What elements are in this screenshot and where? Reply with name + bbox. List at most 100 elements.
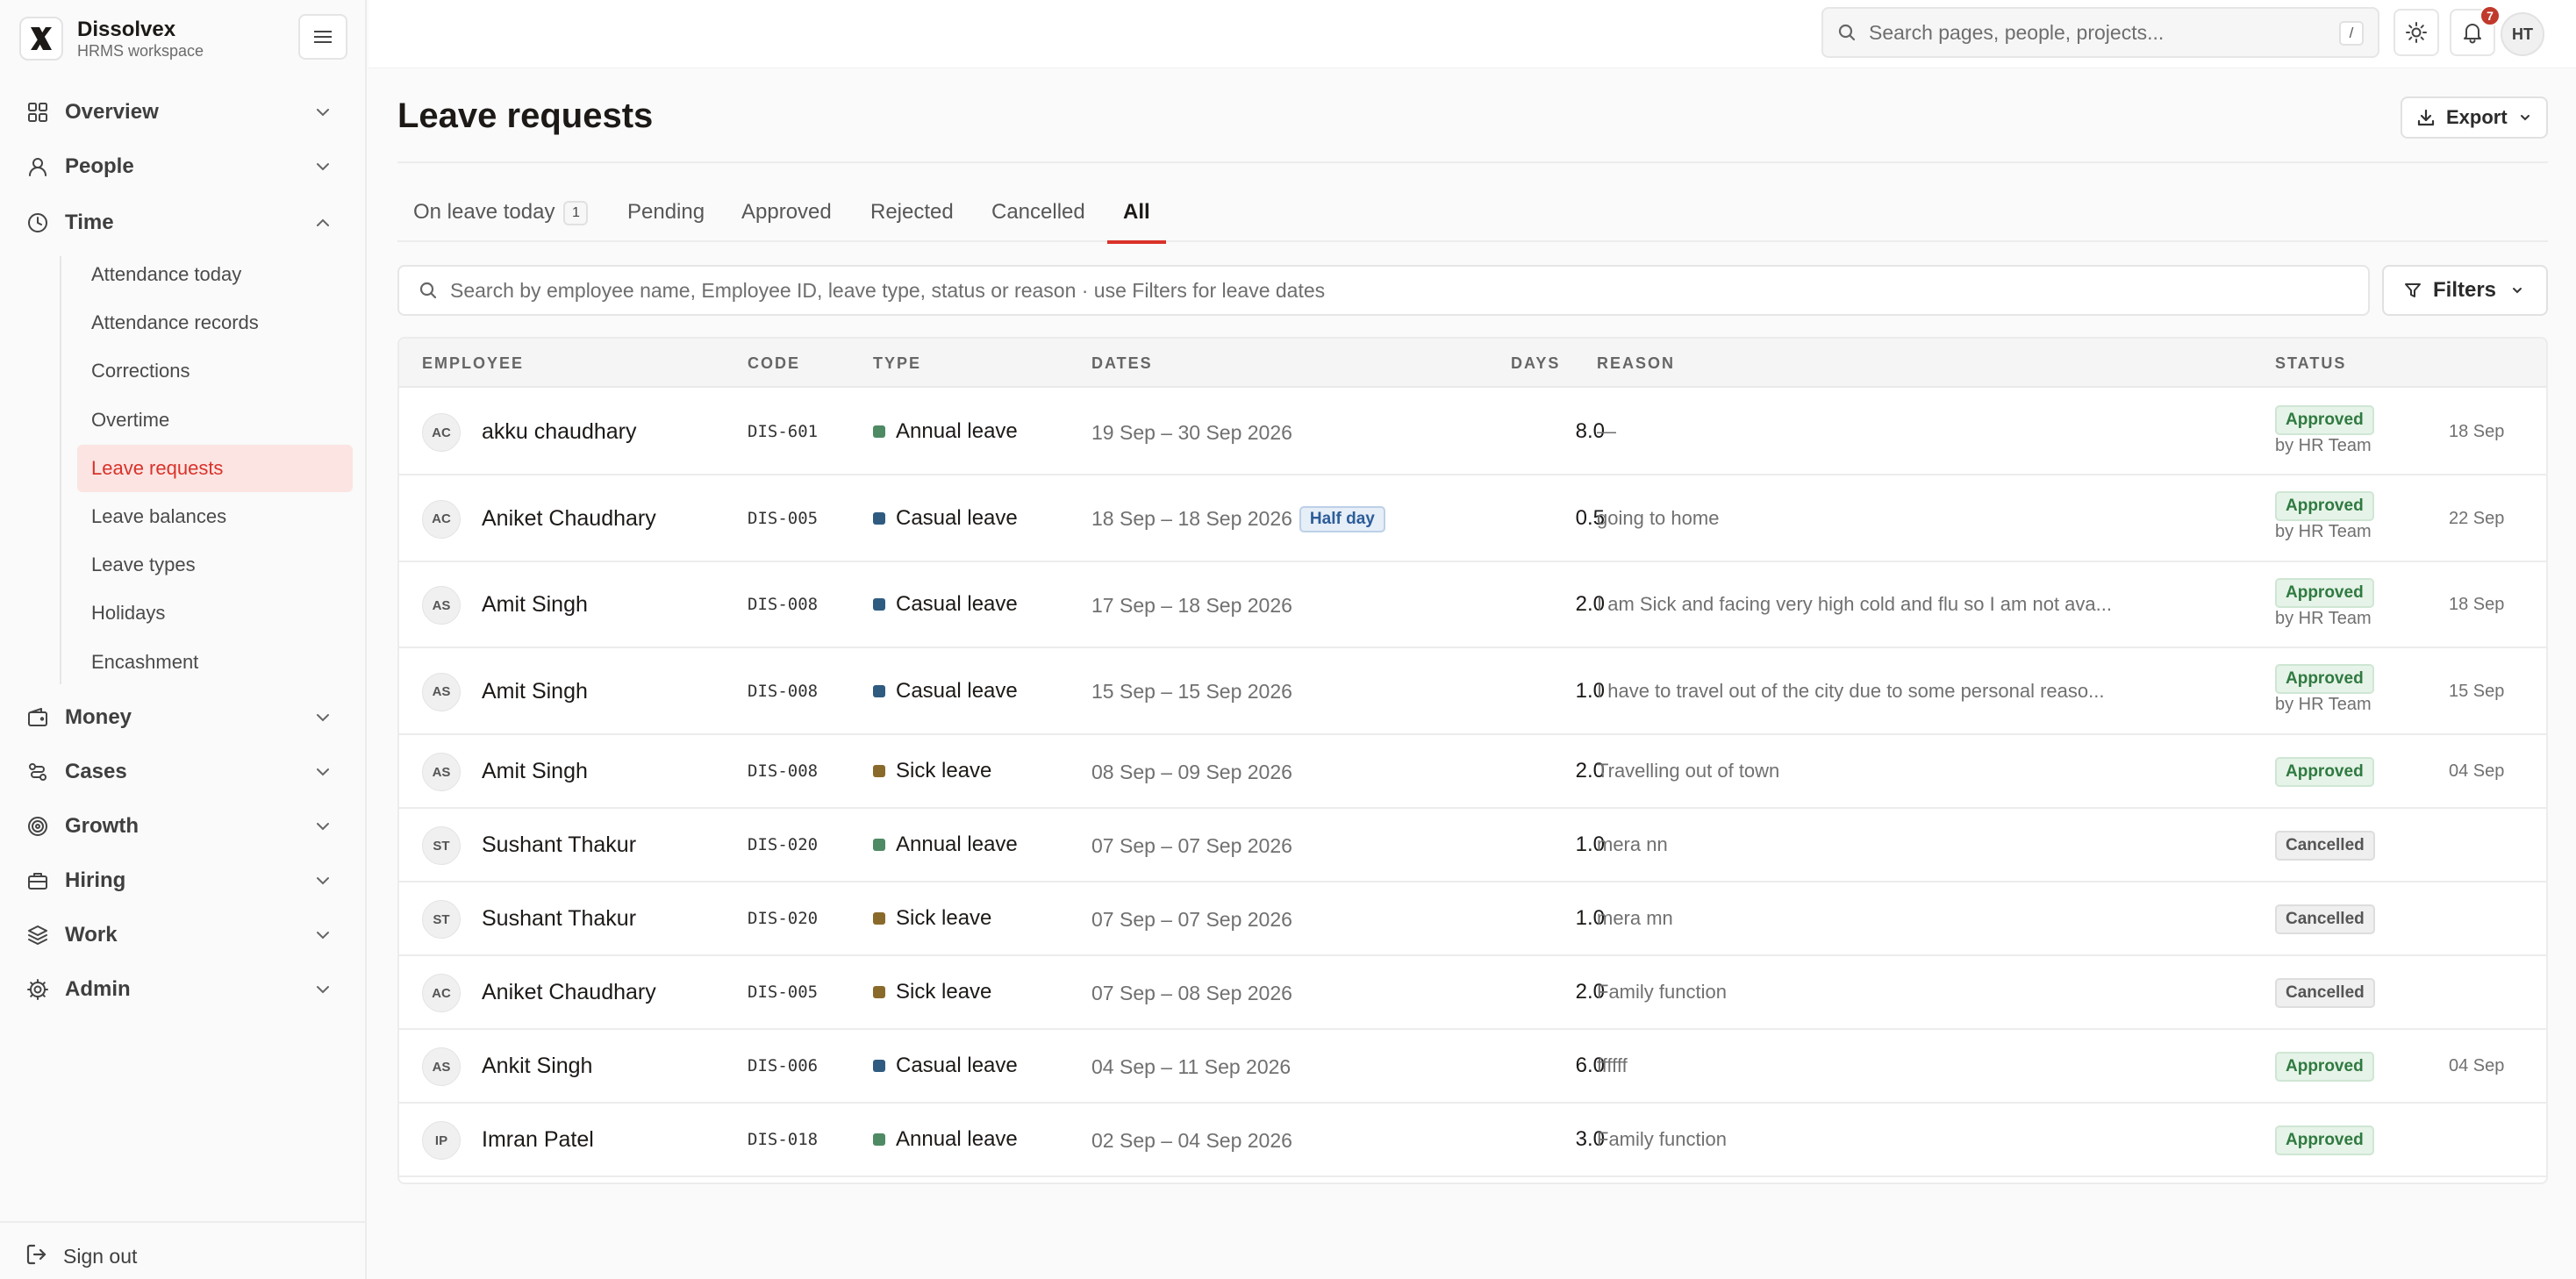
global-search-input[interactable]: Search pages, people, projects... /	[1821, 7, 2379, 58]
status-badge: Approved	[2275, 664, 2374, 694]
sidebar-group-growth[interactable]: Growth	[25, 807, 342, 846]
sidebar-item-leave-types[interactable]: Leave types	[77, 541, 353, 589]
employee-name[interactable]: Sushant Thakur	[482, 832, 636, 858]
leave-dates: 07 Sep – 07 Sep 2026	[1091, 830, 1292, 861]
sidebar-item-attendance-today[interactable]: Attendance today	[77, 251, 353, 298]
employee-code: DIS-020	[748, 835, 819, 854]
column-header-days[interactable]: DAYS	[1511, 354, 1560, 373]
sign-out-button[interactable]: Sign out	[25, 1237, 137, 1275]
logout-icon	[25, 1242, 49, 1271]
employee-name[interactable]: Imran Patel	[482, 1127, 594, 1153]
tab-label: Approved	[741, 200, 832, 224]
column-header-type[interactable]: TYPE	[873, 354, 921, 373]
employee-name[interactable]: Amit Singh	[482, 679, 588, 704]
status-tabs: On leave today 1 Pending Approved Rejected Ca…	[397, 188, 2548, 244]
leave-type-swatch	[873, 1060, 885, 1072]
employee-avatar: AC	[422, 499, 461, 539]
tab-on-leave-today[interactable]: On leave today 1	[413, 200, 589, 242]
leave-type: Casual leave	[873, 1054, 1018, 1078]
status-date: 04 Sep	[2449, 1056, 2505, 1075]
leave-days: 1.0	[1575, 906, 1605, 930]
sidebar-group-label: Money	[65, 705, 132, 729]
leave-days: 3.0	[1575, 1127, 1605, 1151]
tab-pending[interactable]: Pending	[627, 200, 705, 242]
sidebar-item-corrections[interactable]: Corrections	[77, 347, 353, 395]
table-row[interactable]: ST Sushant Thakur DIS-020 Sick leave 07 Sep …	[399, 882, 2546, 956]
table-row[interactable]: AS Amit Singh DIS-008 Casual leave 17 Sep – …	[399, 562, 2546, 648]
tab-rejected[interactable]: Rejected	[870, 200, 954, 242]
employee-name[interactable]: Aniket Chaudhary	[482, 506, 656, 532]
sidebar-group-people[interactable]: People	[25, 147, 342, 186]
sidebar-toggle-button[interactable]	[298, 14, 347, 60]
status-badge: Approved	[2275, 491, 2374, 521]
table-row[interactable]: AC akku chaudhary DIS-601 Annual leave 19 Se…	[399, 389, 2546, 475]
chevron-down-icon	[317, 714, 329, 722]
tab-approved[interactable]: Approved	[741, 200, 832, 242]
sidebar-group-work[interactable]: Work	[25, 916, 342, 954]
table-row[interactable]: AS Ankit Singh DIS-006 Casual leave 04 Sep –…	[399, 1030, 2546, 1104]
employee-code: DIS-008	[748, 681, 819, 701]
leave-requests-table: EMPLOYEE CODE TYPE DATES DAYS REASON STA…	[397, 337, 2548, 1184]
tab-label: Cancelled	[991, 200, 1085, 224]
employee-name[interactable]: Aniket Chaudhary	[482, 980, 656, 1005]
brand-logo-icon	[19, 17, 63, 61]
employee-code: DIS-008	[748, 761, 819, 781]
sidebar-item-overtime[interactable]: Overtime	[77, 397, 353, 444]
sidebar-item-encashment[interactable]: Encashment	[77, 639, 353, 686]
column-header-dates[interactable]: DATES	[1091, 354, 1153, 373]
leave-dates: 15 Sep – 15 Sep 2026	[1091, 676, 1292, 708]
gear-icon	[25, 976, 51, 1003]
sidebar-item-leave-requests[interactable]: Leave requests	[77, 444, 353, 492]
top-bar: Search pages, people, projects... / 7 HT	[369, 0, 2576, 68]
chevron-down-icon	[317, 823, 329, 831]
table-row[interactable]: AC Aniket Chaudhary DIS-005 Sick leave 07 Se…	[399, 956, 2546, 1030]
sidebar-group-label: Time	[65, 211, 114, 234]
sidebar-group-overview[interactable]: Overview	[25, 93, 342, 132]
table-row[interactable]: AC Aniket Chaudhary DIS-005 Casual leave 18 …	[399, 475, 2546, 562]
sidebar-group-money[interactable]: Money	[25, 698, 342, 737]
employee-name[interactable]: Amit Singh	[482, 759, 588, 784]
leave-type: Sick leave	[873, 906, 991, 931]
sidebar-group-time[interactable]: Time	[25, 204, 342, 242]
employee-name[interactable]: Sushant Thakur	[482, 906, 636, 932]
status-date: 04 Sep	[2449, 761, 2505, 781]
sidebar-group-admin[interactable]: Admin	[25, 970, 342, 1009]
tab-count-badge: 1	[563, 201, 589, 225]
table-row[interactable]: ST Sushant Thakur DIS-020 Annual leave 07 Se…	[399, 809, 2546, 882]
column-header-reason[interactable]: REASON	[1597, 354, 1675, 373]
sidebar-item-leave-balances[interactable]: Leave balances	[77, 493, 353, 540]
employee-name[interactable]: Ankit Singh	[482, 1054, 592, 1079]
sidebar-item-holidays[interactable]: Holidays	[77, 589, 353, 637]
status-badge: Approved	[2275, 405, 2374, 435]
column-header-status[interactable]: STATUS	[2275, 354, 2346, 373]
brand[interactable]: Dissolvex HRMS workspace	[19, 16, 204, 61]
search-icon	[419, 282, 437, 299]
leave-dates-label: 07 Sep – 07 Sep 2026	[1091, 833, 1292, 857]
tab-all[interactable]: All	[1107, 200, 1166, 244]
employee-avatar: AC	[422, 413, 461, 452]
layers-icon	[25, 922, 51, 948]
leave-dates: 07 Sep – 08 Sep 2026	[1091, 977, 1292, 1009]
employee-name[interactable]: Amit Singh	[482, 592, 588, 618]
user-avatar[interactable]: HT	[2501, 12, 2544, 56]
column-header-code[interactable]: CODE	[748, 354, 800, 373]
leave-type-label: Casual leave	[896, 1054, 1018, 1077]
table-row[interactable]: IP Imran Patel DIS-018 Annual leave 02 Sep –…	[399, 1104, 2546, 1177]
export-button[interactable]: Export	[2401, 96, 2548, 139]
employee-avatar: AS	[422, 586, 461, 625]
table-row[interactable]: AS Amit Singh DIS-008 Casual leave 15 Sep – …	[399, 648, 2546, 735]
table-row[interactable]: AS Amit Singh DIS-008 Sick leave 08 Sep – 09…	[399, 735, 2546, 809]
theme-toggle-button[interactable]	[2394, 9, 2439, 56]
leave-dates: 08 Sep – 09 Sep 2026	[1091, 756, 1292, 788]
employee-code: DIS-005	[748, 982, 819, 1002]
sidebar-group-cases[interactable]: Cases	[25, 753, 342, 791]
sidebar-group-hiring[interactable]: Hiring	[25, 861, 342, 900]
sidebar-item-attendance-records[interactable]: Attendance records	[77, 299, 353, 347]
filters-button[interactable]: Filters	[2382, 265, 2548, 316]
leave-search-input[interactable]: Search by employee name, Employee ID, le…	[397, 265, 2370, 316]
tab-cancelled[interactable]: Cancelled	[991, 200, 1085, 242]
column-header-employee[interactable]: EMPLOYEE	[422, 354, 524, 373]
employee-name[interactable]: akku chaudhary	[482, 419, 637, 445]
half-day-badge: Half day	[1299, 505, 1385, 532]
notifications-button[interactable]: 7	[2450, 5, 2501, 56]
